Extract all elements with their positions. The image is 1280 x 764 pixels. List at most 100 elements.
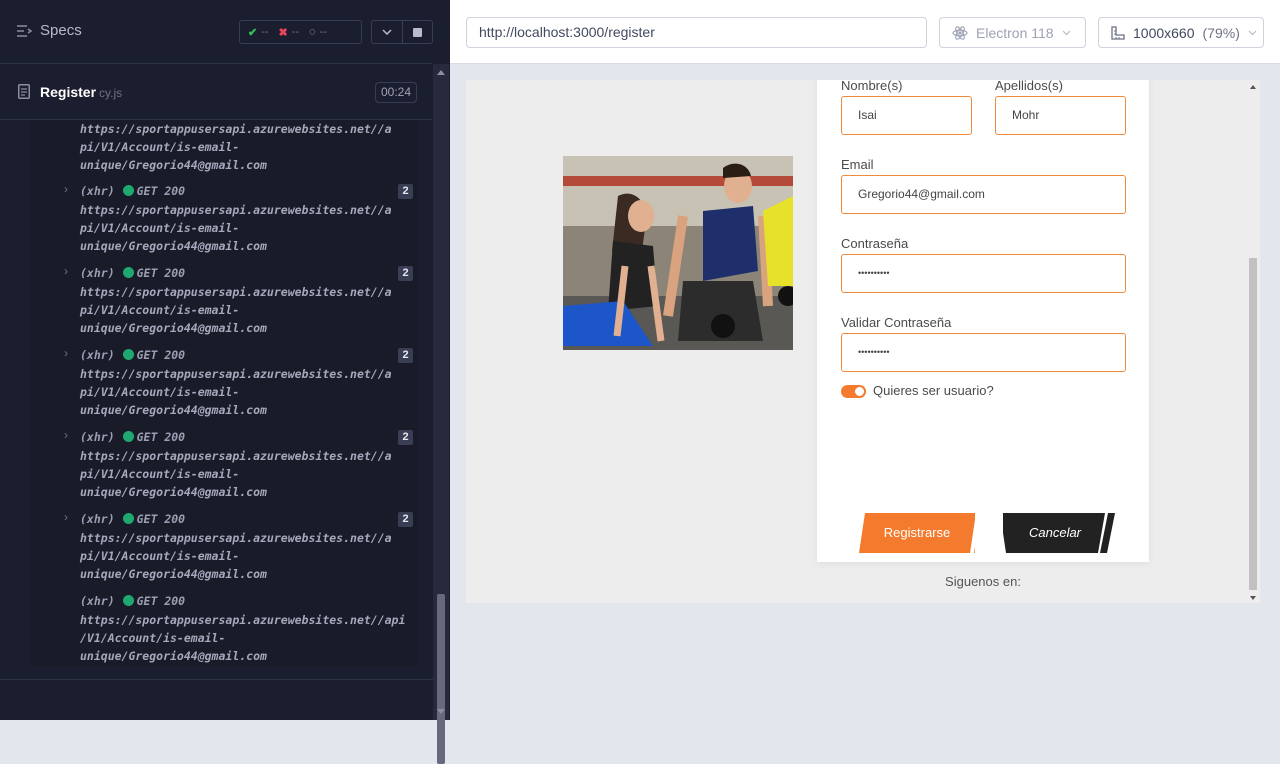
request-count-badge: 2	[398, 266, 413, 281]
request-type: (xhr)	[80, 430, 115, 444]
reporter-footer-divider	[0, 679, 433, 680]
last-name-label: Apellidos(s)	[995, 80, 1063, 93]
cancel-button[interactable]: Cancelar	[1003, 513, 1115, 553]
request-count-badge: 2	[398, 348, 413, 363]
aut-scroll-thumb[interactable]	[1249, 258, 1257, 590]
follow-us-label: Siguenos en:	[945, 574, 1021, 589]
request-type: (xhr)	[80, 266, 115, 280]
request-count-badge: 2	[398, 512, 413, 527]
status-dot-icon	[122, 513, 134, 524]
scroll-thumb[interactable]	[437, 594, 445, 764]
request-url: https://sportappusersapi.azurewebsites.n…	[80, 122, 392, 172]
request-count-badge: 2	[398, 184, 413, 199]
expand-caret-icon[interactable]: ›	[64, 264, 68, 278]
failed-count: --	[291, 26, 300, 38]
status-dot-icon	[122, 431, 134, 442]
document-icon	[18, 84, 30, 99]
spec-name: Register	[40, 84, 97, 100]
email-input[interactable]: Gregorio44@gmail.com	[841, 175, 1126, 214]
url-bar[interactable]: http://localhost:3000/register	[466, 17, 927, 48]
app-under-test: Nombre(s) Apellidos(s) Isai Mohr Email G…	[466, 80, 1260, 603]
stop-button[interactable]	[403, 20, 433, 44]
first-name-input[interactable]: Isai	[841, 96, 972, 135]
status-dot-icon	[122, 595, 134, 606]
confirm-password-label: Validar Contraseña	[841, 315, 952, 330]
command-log-head: (xhr) GET 200	[80, 182, 185, 200]
reporter-scrollbar[interactable]	[433, 64, 449, 764]
chevron-down-button[interactable]	[371, 20, 403, 44]
expand-caret-icon[interactable]: ›	[64, 510, 68, 524]
command-log-head: (xhr) GET 200	[80, 346, 185, 364]
command-log-head: (xhr) GET 200	[80, 592, 185, 610]
request-url: https://sportappusersapi.azurewebsites.n…	[80, 367, 392, 417]
request-url: https://sportappusersapi.azurewebsites.n…	[80, 449, 392, 499]
reporter-panel: Specs ✔ -- ✖ -- ◌ -- Register cy.js 00:24 ht…	[0, 0, 450, 764]
last-name-input[interactable]: Mohr	[995, 96, 1126, 135]
specs-label: Specs	[40, 22, 82, 39]
aut-scrollbar[interactable]	[1247, 80, 1260, 603]
chevron-down-icon	[1248, 30, 1257, 35]
stop-icon	[413, 27, 422, 37]
request-method-status: GET 200	[136, 594, 186, 608]
toggle-knob	[855, 387, 864, 396]
spec-extension: cy.js	[99, 86, 123, 100]
request-method-status: GET 200	[136, 184, 186, 198]
confirm-password-input[interactable]: ••••••••••	[841, 333, 1126, 372]
request-method-status: GET 200	[136, 430, 186, 444]
scroll-up-icon[interactable]	[437, 70, 445, 75]
request-type: (xhr)	[80, 348, 115, 362]
chevron-down-icon	[1062, 30, 1071, 35]
command-log-head: (xhr) GET 200	[80, 428, 185, 446]
request-url: https://sportappusersapi.azurewebsites.n…	[80, 613, 406, 663]
request-method-status: GET 200	[136, 348, 186, 362]
fitness-photo	[563, 156, 793, 350]
status-dot-icon	[122, 349, 134, 360]
scroll-up-icon[interactable]	[1250, 85, 1256, 89]
status-dot-icon	[122, 267, 134, 278]
electron-icon	[952, 25, 968, 40]
pending-count: --	[319, 26, 327, 38]
browser-name: Electron 118	[976, 24, 1054, 41]
scroll-down-icon[interactable]	[437, 709, 445, 714]
register-button-label: Registrarse	[883, 525, 951, 540]
register-card: Nombre(s) Apellidos(s) Isai Mohr Email G…	[817, 80, 1149, 589]
spec-duration: 00:24	[375, 82, 418, 103]
ruler-icon	[1111, 25, 1125, 40]
password-input[interactable]: ••••••••••	[841, 254, 1126, 293]
request-method-status: GET 200	[136, 266, 186, 280]
test-stats: ✔ -- ✖ -- ◌ --	[239, 20, 362, 44]
status-dot-icon	[122, 185, 134, 196]
specs-button[interactable]: Specs	[16, 22, 82, 39]
aut-header: http://localhost:3000/register Electron …	[450, 0, 1280, 64]
request-type: (xhr)	[80, 594, 115, 608]
cancel-button-label: Cancelar	[1028, 525, 1082, 540]
command-log-head: (xhr) GET 200	[80, 264, 185, 282]
passed-count: --	[261, 26, 269, 38]
request-method-status: GET 200	[136, 512, 186, 526]
request-count-badge: 2	[398, 430, 413, 445]
browser-selector[interactable]: Electron 118	[939, 17, 1086, 48]
password-label: Contraseña	[841, 236, 909, 251]
request-url: https://sportappusersapi.azurewebsites.n…	[80, 531, 392, 581]
register-button[interactable]: Registrarse	[859, 513, 975, 553]
specs-list-icon	[17, 24, 32, 37]
user-toggle-label: Quieres ser usuario?	[873, 383, 994, 398]
command-log-head: (xhr) GET 200	[80, 510, 185, 528]
expand-caret-icon[interactable]: ›	[64, 346, 68, 360]
viewport-zoom: (79%)	[1202, 24, 1240, 41]
viewport-selector[interactable]: 1000x660 (79%)	[1098, 17, 1264, 48]
request-url: https://sportappusersapi.azurewebsites.n…	[80, 285, 392, 335]
request-type: (xhr)	[80, 184, 115, 198]
user-toggle[interactable]	[841, 385, 866, 398]
spec-header[interactable]: Register cy.js 00:24	[0, 72, 432, 120]
expand-caret-icon[interactable]: ›	[64, 182, 68, 196]
failed-icon: ✖	[278, 26, 288, 39]
chevron-down-icon	[382, 29, 392, 35]
command-log: https://sportappusersapi.azurewebsites.n…	[30, 120, 417, 666]
request-type: (xhr)	[80, 512, 115, 526]
expand-caret-icon[interactable]: ›	[64, 428, 68, 442]
request-url: https://sportappusersapi.azurewebsites.n…	[80, 203, 392, 253]
scroll-down-icon[interactable]	[1250, 596, 1256, 600]
first-name-label: Nombre(s)	[841, 80, 903, 93]
pending-icon: ◌	[309, 26, 316, 38]
